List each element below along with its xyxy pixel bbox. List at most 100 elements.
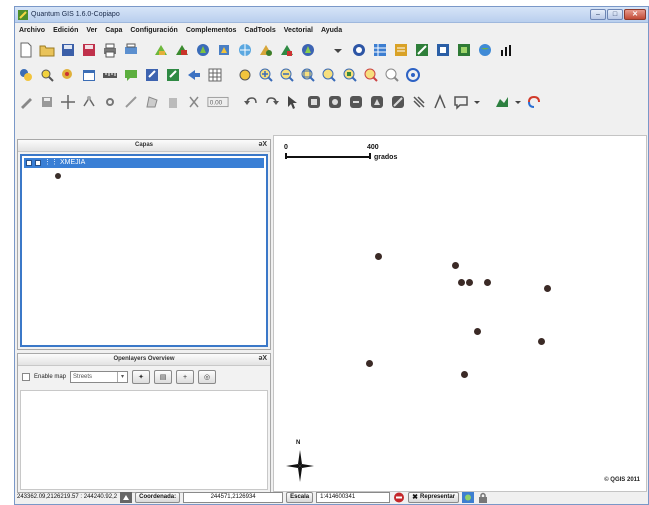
label-tool-icon[interactable] bbox=[493, 93, 511, 111]
menu-archivo[interactable]: Archivo bbox=[19, 27, 45, 34]
annotation-dropdown-icon[interactable] bbox=[473, 93, 481, 111]
calendar-icon[interactable] bbox=[80, 66, 98, 84]
menu-edicion[interactable]: Edición bbox=[53, 27, 78, 34]
refresh-map-icon[interactable] bbox=[404, 66, 422, 84]
panel-float-close-controls[interactable]: əX bbox=[258, 141, 267, 148]
map-tips-icon[interactable] bbox=[434, 41, 452, 59]
openlayers-button-1[interactable]: ✦ bbox=[132, 370, 151, 384]
menu-cadtools[interactable]: CadTools bbox=[244, 27, 275, 34]
measure-angle-icon[interactable] bbox=[431, 93, 449, 111]
pan-map-icon[interactable] bbox=[236, 66, 254, 84]
edit-layer-2-icon[interactable] bbox=[164, 66, 182, 84]
map-point-feature[interactable] bbox=[474, 328, 481, 335]
globe-icon[interactable] bbox=[476, 41, 494, 59]
chart-icon[interactable] bbox=[497, 41, 515, 59]
metadata-icon[interactable] bbox=[392, 41, 410, 59]
extent-toggle-icon[interactable] bbox=[120, 491, 133, 503]
menu-configuracion[interactable]: Configuración bbox=[130, 27, 177, 34]
undo-icon[interactable] bbox=[242, 93, 260, 111]
map-point-feature[interactable] bbox=[544, 285, 551, 292]
refresh-icon[interactable] bbox=[350, 41, 368, 59]
map-point-feature[interactable] bbox=[466, 279, 473, 286]
layer-item-xmejia[interactable]: ⋮⋮ XMEJIA bbox=[24, 158, 264, 168]
move-feature-icon[interactable] bbox=[59, 93, 77, 111]
stop-render-icon[interactable] bbox=[393, 492, 405, 503]
grid-icon[interactable] bbox=[206, 66, 224, 84]
zoom-selection-icon[interactable] bbox=[320, 66, 338, 84]
menu-complementos[interactable]: Complementos bbox=[186, 27, 237, 34]
lock-icon[interactable] bbox=[477, 492, 489, 503]
zoom-next-icon[interactable] bbox=[383, 66, 401, 84]
openlayers-button-4[interactable]: ◎ bbox=[198, 370, 217, 384]
python-icon[interactable] bbox=[17, 66, 35, 84]
zoom-in-icon[interactable] bbox=[257, 66, 275, 84]
minimize-button[interactable]: – bbox=[590, 9, 606, 20]
label-dropdown-icon[interactable] bbox=[514, 93, 522, 111]
copy-icon[interactable]: 0.00 bbox=[206, 93, 230, 111]
map-point-feature[interactable] bbox=[375, 253, 382, 260]
layer-properties-icon[interactable] bbox=[455, 41, 473, 59]
map-point-feature[interactable] bbox=[461, 371, 468, 378]
map-point-feature[interactable] bbox=[366, 360, 373, 367]
add-polygon-icon[interactable] bbox=[143, 93, 161, 111]
identify-icon[interactable] bbox=[284, 93, 302, 111]
add-raster-layer-icon[interactable] bbox=[173, 41, 191, 59]
scale-field[interactable]: 1:414600341 bbox=[316, 491, 391, 503]
menu-vectorial[interactable]: Vectorial bbox=[284, 27, 313, 34]
select-radius-icon[interactable] bbox=[347, 93, 365, 111]
add-wms-layer-icon[interactable] bbox=[236, 41, 254, 59]
deselect-icon[interactable] bbox=[326, 93, 344, 111]
print-icon[interactable] bbox=[122, 41, 140, 59]
dropdown-arrow-icon[interactable] bbox=[329, 41, 347, 59]
node-tool-icon[interactable] bbox=[80, 93, 98, 111]
add-wfs-layer-icon[interactable] bbox=[257, 41, 275, 59]
table-icon[interactable] bbox=[371, 41, 389, 59]
openlayers-float-close-controls[interactable]: əX bbox=[258, 355, 267, 362]
edit-layer-icon[interactable] bbox=[143, 66, 161, 84]
measure-icon[interactable] bbox=[413, 41, 431, 59]
add-postgis-layer-icon[interactable] bbox=[194, 41, 212, 59]
gps-tool-icon[interactable] bbox=[525, 93, 543, 111]
menu-capa[interactable]: Capa bbox=[105, 27, 122, 34]
add-vector-layer-icon[interactable] bbox=[152, 41, 170, 59]
new-project-icon[interactable] bbox=[17, 41, 35, 59]
zoom-full-icon[interactable] bbox=[299, 66, 317, 84]
annotation-icon[interactable] bbox=[452, 93, 470, 111]
delete-selected-icon[interactable] bbox=[164, 93, 182, 111]
layer-tree[interactable]: ⋮⋮ XMEJIA bbox=[20, 154, 268, 347]
add-line-icon[interactable] bbox=[122, 93, 140, 111]
new-shapefile-icon[interactable] bbox=[299, 41, 317, 59]
map-point-feature[interactable] bbox=[458, 279, 465, 286]
ruler-icon[interactable] bbox=[101, 66, 119, 84]
openlayers-layer-select[interactable]: Streets ▾ bbox=[70, 371, 129, 383]
openlayers-button-3[interactable]: + bbox=[176, 370, 195, 384]
map-point-feature[interactable] bbox=[452, 262, 459, 269]
render-toggle[interactable]: ✖ Representar bbox=[408, 491, 460, 503]
select-features-icon[interactable] bbox=[305, 93, 323, 111]
enable-map-checkbox[interactable] bbox=[22, 373, 30, 381]
close-button[interactable]: ✕ bbox=[624, 9, 646, 20]
openlayers-button-2[interactable]: ▤ bbox=[154, 370, 173, 384]
pan-icon[interactable] bbox=[59, 66, 77, 84]
map-point-feature[interactable] bbox=[484, 279, 491, 286]
pencil-icon[interactable] bbox=[17, 93, 35, 111]
save-as-icon[interactable] bbox=[80, 41, 98, 59]
save-edits-icon[interactable] bbox=[38, 93, 56, 111]
menu-ver[interactable]: Ver bbox=[86, 27, 97, 34]
openlayers-map-area[interactable] bbox=[20, 390, 268, 490]
crs-status-icon[interactable] bbox=[462, 491, 475, 503]
print-composer-icon[interactable] bbox=[101, 41, 119, 59]
layer-expand-toggle[interactable] bbox=[26, 160, 32, 166]
measure-area-icon[interactable] bbox=[410, 93, 428, 111]
add-gpx-layer-icon[interactable] bbox=[278, 41, 296, 59]
arrow-left-icon[interactable] bbox=[185, 66, 203, 84]
zoom-layer-icon[interactable] bbox=[341, 66, 359, 84]
layer-visibility-checkbox[interactable] bbox=[35, 160, 41, 166]
zoom-out-icon[interactable] bbox=[278, 66, 296, 84]
zoom-last-icon[interactable] bbox=[362, 66, 380, 84]
map-canvas[interactable]: 0 400 grados N © QGIS 2011 bbox=[273, 135, 647, 492]
select-polygon-icon[interactable] bbox=[368, 93, 386, 111]
menu-ayuda[interactable]: Ayuda bbox=[321, 27, 342, 34]
zoom-search-icon[interactable] bbox=[38, 66, 56, 84]
save-project-icon[interactable] bbox=[59, 41, 77, 59]
